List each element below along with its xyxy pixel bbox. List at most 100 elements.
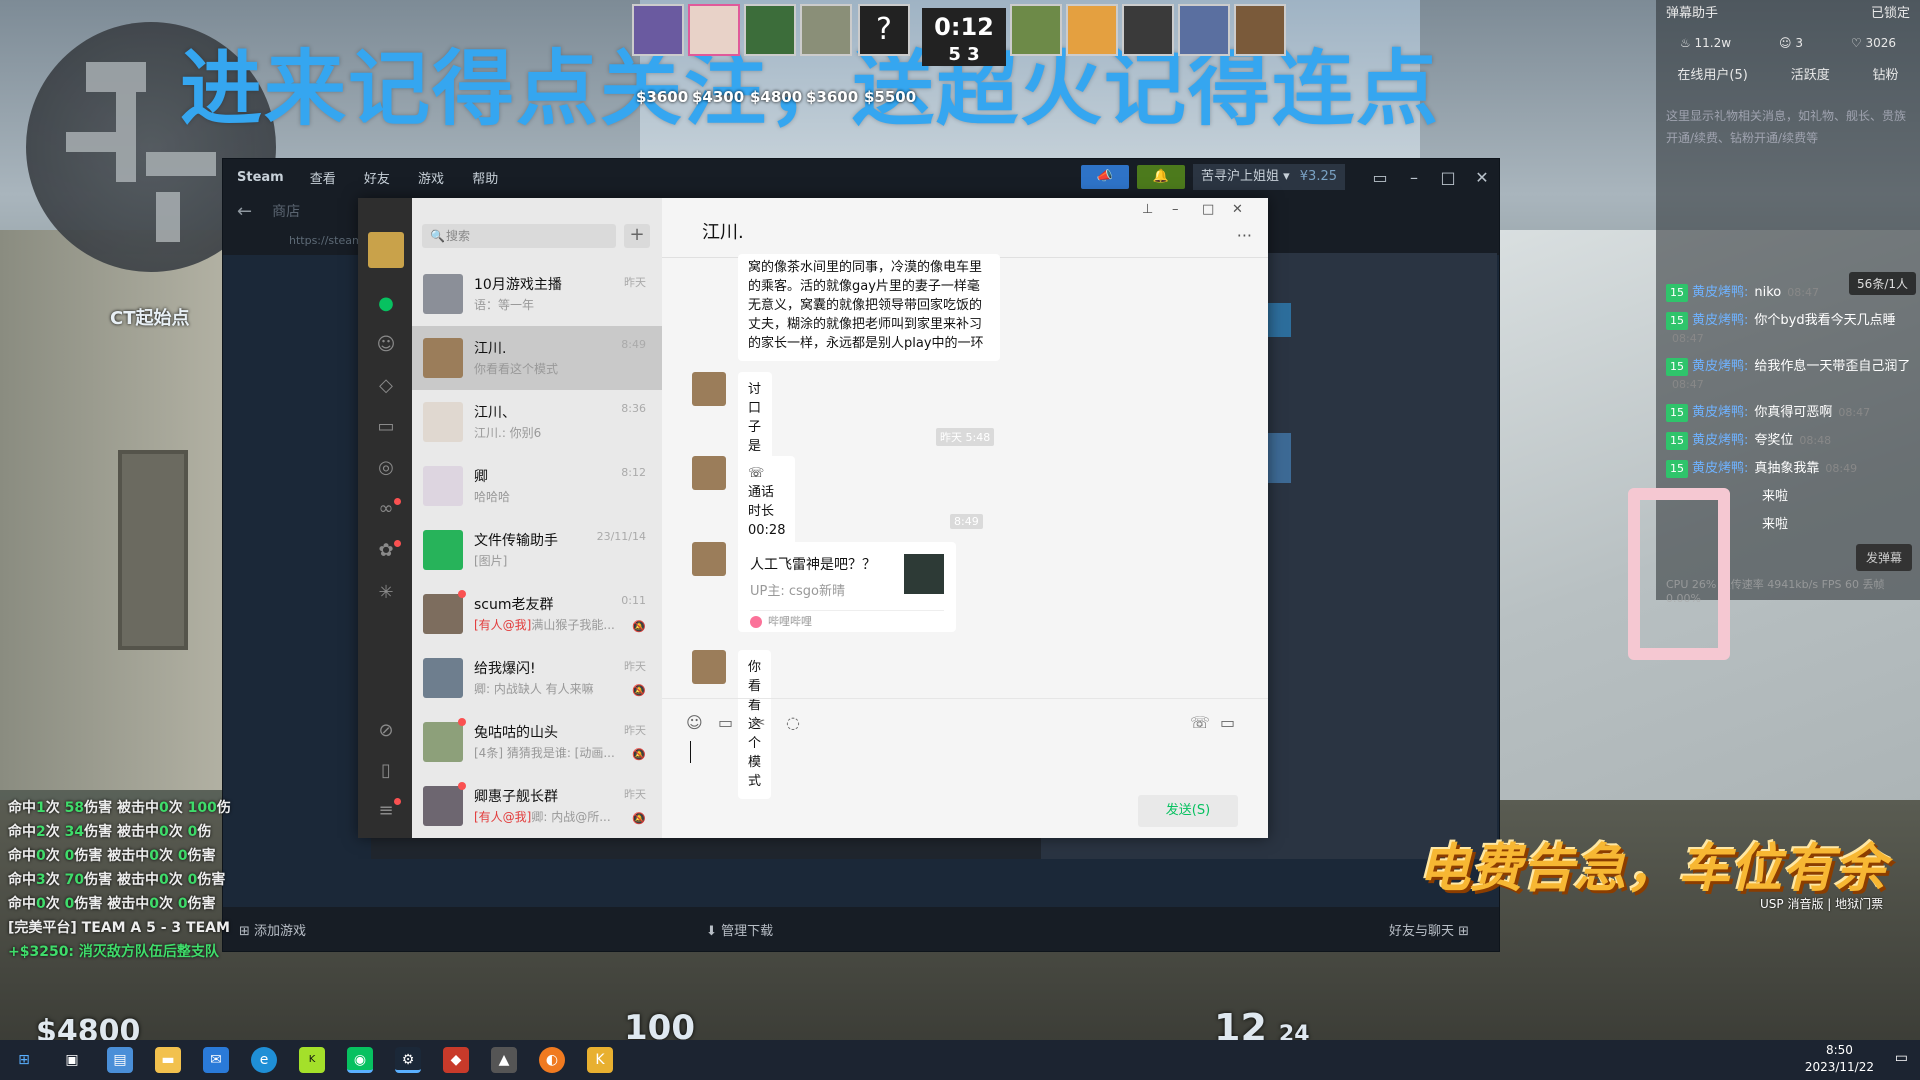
list-item[interactable]: 文件传输助手 [图片] 23/11/14 — [412, 518, 662, 582]
list-item[interactable]: 江川. 你看看这个模式 8:49 — [412, 326, 662, 390]
task-view-icon[interactable]: ▣ — [59, 1047, 85, 1073]
minimize-icon[interactable]: – — [1397, 168, 1431, 187]
list-item[interactable]: 10月游戏主播 语：等一年 昨天 — [412, 262, 662, 326]
steam-menu-friends[interactable]: 好友 — [364, 172, 390, 187]
player-money: $3600 — [806, 88, 859, 106]
list-item[interactable]: 给我爆闪! 卿: 内战缺人 有人来嘛 昨天 🔕 — [412, 646, 662, 710]
tab-diamond-fans[interactable]: 钻粉 — [1873, 64, 1899, 83]
windows-start-icon[interactable]: ⊞ — [11, 1047, 37, 1073]
folder-icon[interactable]: ▭ — [718, 713, 733, 732]
video-call-icon[interactable]: ▭ — [1220, 713, 1235, 732]
avatar — [423, 338, 463, 378]
manage-downloads-button[interactable]: ⬇ 管理下载 — [706, 920, 773, 939]
timestamp: 8:49 — [950, 514, 983, 529]
gift-notice-placeholder: 这里显示礼物相关消息，如礼物、舰长、贵族开通/续费、钻粉开通/续费等 — [1666, 109, 1907, 145]
scissors-icon[interactable]: ✂ — [752, 713, 765, 732]
list-item[interactable]: 江川、 江川.: 你别6 8:36 — [412, 390, 662, 454]
bilibili-icon — [750, 616, 762, 628]
lock-status[interactable]: 已锁定 — [1871, 2, 1910, 21]
kook-icon[interactable]: K — [299, 1047, 325, 1073]
nav-store[interactable]: 商店 — [272, 201, 300, 221]
close-icon[interactable]: ✕ — [1465, 168, 1499, 187]
damage-log-line: 命中0次 0伤害 被击中0次 0伤害 — [8, 896, 216, 912]
minimize-icon[interactable]: – — [1172, 202, 1179, 217]
mute-icon: 🔕 — [632, 620, 646, 633]
send-danmaku-button[interactable]: 发弹幕 — [1855, 544, 1912, 571]
system-clock[interactable]: 8:50 2023/11/22 — [1805, 1042, 1874, 1076]
wechat-icon[interactable]: ◉ — [347, 1047, 373, 1073]
link-icon[interactable]: ⊘ — [375, 720, 397, 742]
player-money: $3600 — [636, 88, 689, 106]
phone-icon[interactable]: ▯ — [375, 760, 397, 782]
video-share-card[interactable]: 人工飞雷神是吧？？ UP主: csgo新晴 哔哩哔哩 — [738, 542, 956, 632]
damage-log-line: 命中3次 70伤害 被击中0次 0伤害 — [8, 872, 226, 888]
moments-icon[interactable]: ◎ — [375, 457, 397, 479]
damage-log-line: 命中0次 0伤害 被击中0次 0伤害 — [8, 848, 216, 864]
notification-icon[interactable]: ▭ — [1895, 1050, 1908, 1066]
steam-menu-games[interactable]: 游戏 — [418, 172, 444, 187]
send-button[interactable]: 发送(S) — [1138, 795, 1238, 827]
unknown-player-portrait: ? — [858, 4, 910, 56]
game-door — [118, 450, 188, 650]
mini-programs-icon[interactable]: ✳ — [375, 582, 397, 604]
damage-log-line: 命中2次 34伤害 被击中0次 0伤 — [8, 824, 212, 840]
player-money: $5500 — [864, 88, 917, 106]
chat-icon[interactable]: ● — [375, 293, 397, 315]
steam-menu-steam[interactable]: Steam — [237, 170, 284, 185]
favorites-icon[interactable]: ◇ — [375, 375, 397, 397]
edge-icon[interactable]: e — [251, 1047, 277, 1073]
list-item[interactable]: scum老友群 [有人@我]满山猴子我能... 0:11 🔕 — [412, 582, 662, 646]
avatar[interactable] — [368, 232, 404, 268]
steam-menu-help[interactable]: 帮助 — [472, 172, 498, 187]
emoji-icon[interactable]: ☺ — [686, 713, 703, 732]
more-icon[interactable]: ··· — [1237, 226, 1252, 245]
store-icon[interactable]: ▤ — [107, 1047, 133, 1073]
maximize-icon[interactable]: □ — [1202, 202, 1214, 217]
chat-header: 江川. ⊥ – □ ✕ ··· — [662, 198, 1268, 258]
big-picture-icon[interactable]: ▭ — [1363, 168, 1397, 187]
notification-bell-icon[interactable]: 🔔 — [1136, 165, 1185, 189]
search-input[interactable]: 🔍 搜索 — [422, 224, 616, 248]
list-item[interactable]: 卿 哈哈哈 8:12 — [412, 454, 662, 518]
bonus-line: +$3250: 消灭敌方队伍后整支队 — [8, 944, 219, 960]
contacts-icon[interactable]: ☺ — [375, 334, 397, 356]
likes-stat: ♡ 3026 — [1850, 36, 1897, 50]
list-item[interactable]: 兔咕咕的山头 [4条] 猜猜我是谁: [动画... 昨天 🔕 — [412, 710, 662, 774]
announcement-icon[interactable]: 📣 — [1080, 165, 1129, 189]
add-button[interactable]: + — [624, 224, 650, 248]
files-icon[interactable]: ▭ — [375, 416, 397, 438]
avatar — [692, 456, 726, 490]
call-record[interactable]: ☏通话时长 00:28 — [738, 456, 796, 548]
maximize-icon[interactable]: □ — [1431, 168, 1465, 187]
game-launcher-icon[interactable]: ◆ — [443, 1047, 469, 1073]
add-game-button[interactable]: ⊞ 添加游戏 — [239, 920, 306, 939]
tab-activity[interactable]: 活跃度 — [1791, 64, 1830, 83]
voice-call-icon[interactable]: ☏ — [1190, 713, 1210, 732]
avatar — [692, 372, 726, 406]
tab-online-users[interactable]: 在线用户(5) — [1677, 64, 1747, 83]
avatar — [692, 542, 726, 576]
chat-input-area[interactable]: ☺ ▭ ✂ ◌ ☏ ▭ 发送(S) — [662, 698, 1268, 838]
chat-bubble-icon[interactable]: ◌ — [786, 713, 800, 732]
mail-icon[interactable]: ✉ — [203, 1047, 229, 1073]
list-item[interactable]: 卿惠子舰长群 [有人@我]卿: 内战@所... 昨天 🔕 — [412, 774, 662, 838]
back-arrow-icon[interactable]: ← — [237, 201, 252, 222]
player-portrait — [688, 4, 740, 56]
pink-frame-decoration — [1628, 488, 1730, 660]
app-icon[interactable]: ▲ — [491, 1047, 517, 1073]
steam-icon[interactable]: ⚙ — [395, 1047, 421, 1073]
close-icon[interactable]: ✕ — [1232, 202, 1243, 217]
call-icon: ☏ — [748, 466, 765, 481]
steam-menu-view[interactable]: 查看 — [310, 172, 336, 187]
windows-taskbar: ⊞ ▣ ▤ ▬ ✉ e K ◉ ⚙ ◆ ▲ ◐ K 8:50 2023/11/2… — [0, 1040, 1920, 1080]
app-icon[interactable]: K — [587, 1047, 613, 1073]
avatar — [423, 594, 463, 634]
pin-icon[interactable]: ⊥ — [1142, 202, 1153, 217]
steam-user-menu[interactable]: 苦寻沪上姐姐 ▾ ¥3.25 — [1192, 164, 1345, 190]
app-icon[interactable]: ◐ — [539, 1047, 565, 1073]
avatar — [692, 650, 726, 684]
round-timer: 0:12 5 3 — [922, 8, 1006, 66]
minimap-location-label: CT起始点 — [110, 308, 190, 329]
file-explorer-icon[interactable]: ▬ — [155, 1047, 181, 1073]
friends-chat-button[interactable]: 好友与聊天 ⊞ — [1389, 920, 1469, 939]
